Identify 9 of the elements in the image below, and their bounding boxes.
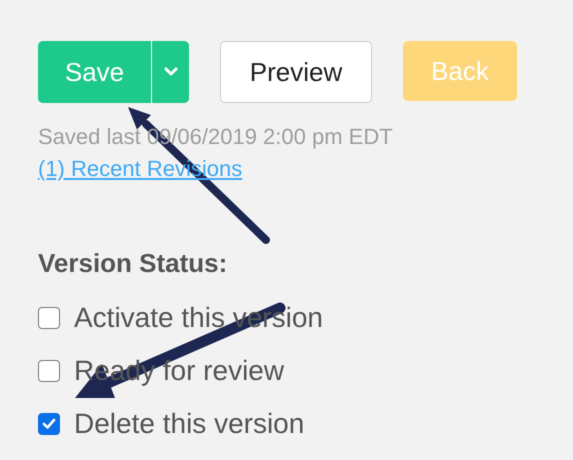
checkbox-label: Delete this version [74, 408, 304, 440]
preview-button[interactable]: Preview [220, 41, 372, 103]
checkbox[interactable] [38, 413, 60, 435]
checkbox[interactable] [38, 307, 60, 329]
back-button[interactable]: Back [403, 41, 517, 101]
chevron-down-icon [164, 67, 178, 77]
checkmark-icon [42, 418, 56, 430]
checkbox[interactable] [38, 360, 60, 382]
version-status-heading: Version Status: [38, 248, 228, 279]
